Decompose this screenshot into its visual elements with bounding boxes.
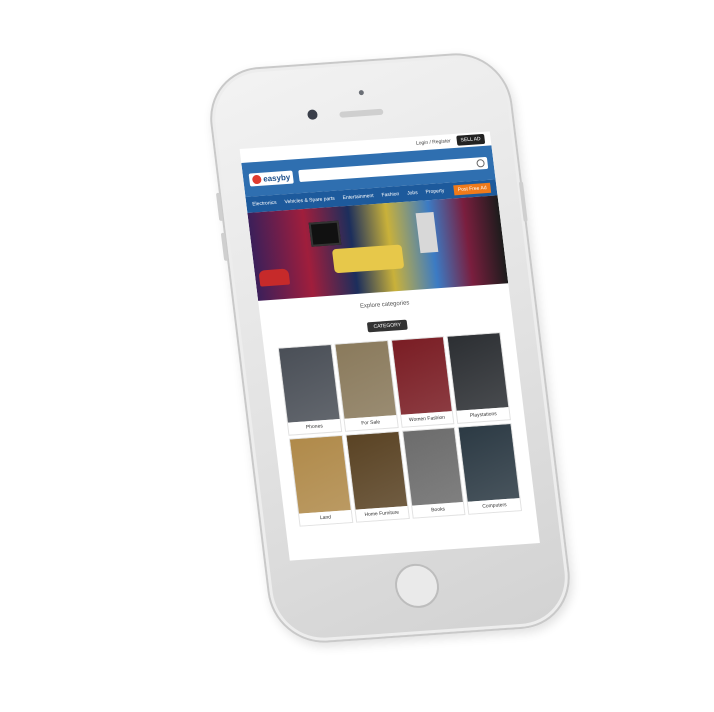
banner-sofa-image bbox=[331, 244, 405, 274]
nav-item-jobs[interactable]: Jobs bbox=[407, 190, 418, 197]
category-image bbox=[335, 341, 396, 419]
search-input[interactable] bbox=[298, 156, 489, 183]
category-image bbox=[278, 345, 340, 423]
banner-car-image bbox=[258, 268, 291, 287]
category-label: CATEGORY bbox=[367, 319, 408, 333]
hero-banner[interactable] bbox=[247, 195, 509, 301]
category-tile-land[interactable]: Land bbox=[288, 434, 354, 527]
banner-tv-image bbox=[308, 220, 342, 247]
category-image bbox=[391, 337, 453, 415]
category-image bbox=[290, 436, 351, 514]
category-image bbox=[402, 428, 464, 506]
category-tile-for-sale[interactable]: For Sale bbox=[334, 340, 399, 432]
category-name: Land bbox=[299, 509, 352, 526]
nav-item-vehicles[interactable]: Vehicles & Spare parts bbox=[284, 196, 335, 206]
volume-down-button bbox=[220, 232, 229, 261]
logo-text: easyby bbox=[262, 172, 291, 184]
post-ad-button[interactable]: Post Free Ad bbox=[453, 182, 492, 196]
site-logo[interactable]: easyby bbox=[248, 169, 294, 187]
mockup-stage: Login / Register SELL AD easyby Electron… bbox=[0, 0, 714, 712]
nav-item-property[interactable]: Property bbox=[425, 188, 444, 195]
category-tile-books[interactable]: Books bbox=[401, 427, 466, 519]
category-name: Women Fashion bbox=[400, 411, 454, 427]
category-grid: Phones For Sale Women Fashion Playstatio… bbox=[277, 332, 523, 527]
logo-icon bbox=[251, 174, 262, 184]
category-tile-computers[interactable]: Computers bbox=[457, 423, 523, 515]
category-name: Books bbox=[411, 502, 465, 518]
sensor-dot bbox=[358, 89, 365, 96]
category-tile-playstations[interactable]: Playstations bbox=[446, 332, 511, 424]
earpiece bbox=[339, 108, 384, 118]
category-image bbox=[346, 432, 407, 510]
category-name: Home Furniture bbox=[355, 506, 409, 522]
home-button[interactable] bbox=[392, 562, 442, 610]
category-image bbox=[447, 333, 509, 411]
category-image bbox=[459, 424, 520, 502]
banner-fridge-image bbox=[415, 211, 439, 254]
category-tile-home-furniture[interactable]: Home Furniture bbox=[345, 431, 410, 523]
category-name: Playstations bbox=[456, 407, 510, 423]
front-camera-icon bbox=[306, 109, 319, 121]
nav-item-fashion[interactable]: Fashion bbox=[381, 191, 399, 198]
phone-frame: Login / Register SELL AD easyby Electron… bbox=[204, 49, 576, 647]
category-name: Computers bbox=[468, 498, 521, 514]
login-link[interactable]: Login / Register bbox=[416, 138, 452, 146]
volume-up-button bbox=[215, 192, 224, 221]
search-icon[interactable] bbox=[476, 159, 486, 168]
category-tile-women-fashion[interactable]: Women Fashion bbox=[390, 336, 455, 428]
category-name: For Sale bbox=[344, 415, 398, 431]
sell-ad-button[interactable]: SELL AD bbox=[456, 133, 486, 146]
nav-item-electronics[interactable]: Electronics bbox=[252, 200, 277, 208]
power-button bbox=[518, 181, 528, 222]
category-tile-phones[interactable]: Phones bbox=[277, 344, 342, 436]
category-name: Phones bbox=[287, 419, 341, 435]
phone-screen: Login / Register SELL AD easyby Electron… bbox=[239, 131, 540, 561]
nav-item-entertainment[interactable]: Entertainment bbox=[342, 193, 374, 201]
